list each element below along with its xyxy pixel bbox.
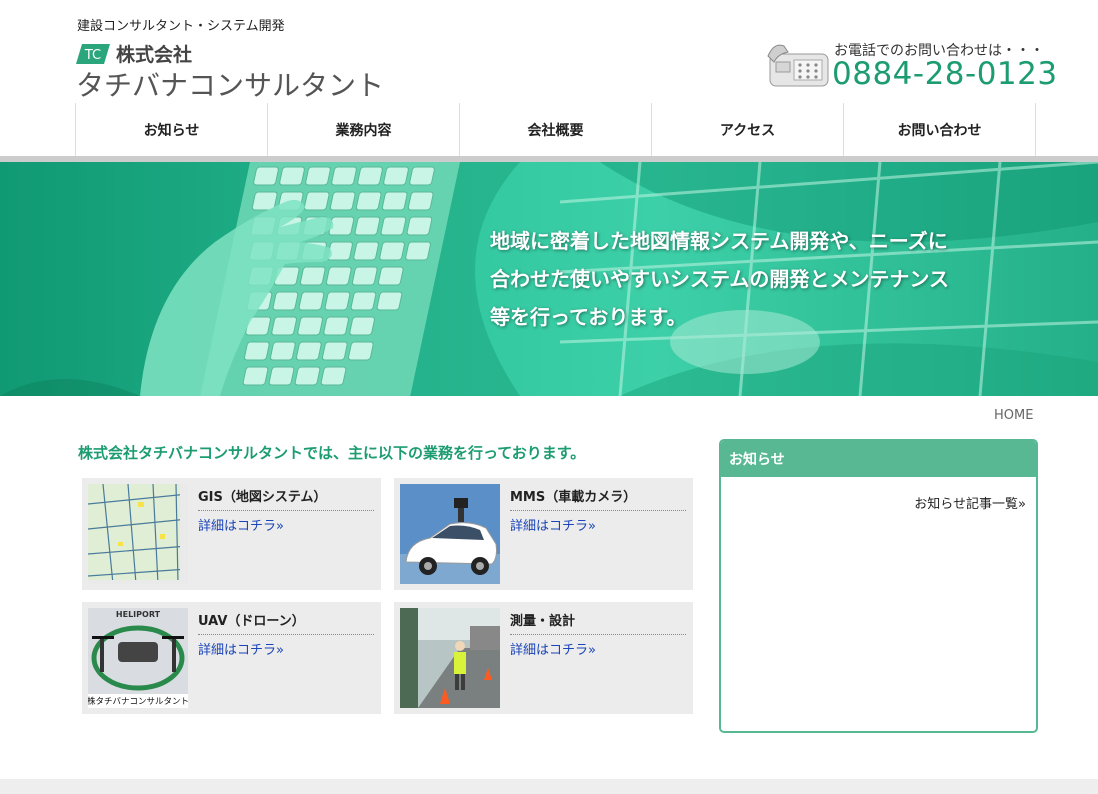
phone-number[interactable]: 0884-28-0123 bbox=[832, 56, 1058, 92]
company-name: タチバナコンサルタント bbox=[76, 69, 385, 102]
svg-text:HELIPORT: HELIPORT bbox=[116, 610, 161, 619]
svg-text:株タチバナコンサルタント: 株タチバナコンサルタント bbox=[88, 696, 188, 707]
svg-text:TC: TC bbox=[84, 48, 101, 63]
details-link[interactable]: 詳細はコチラ» bbox=[510, 639, 596, 658]
nav-item-contact[interactable]: お問い合わせ bbox=[844, 103, 1036, 157]
service-title: GIS（地図システム） bbox=[198, 486, 374, 511]
car-thumbnail[interactable] bbox=[400, 484, 500, 584]
hero-line: 地域に密着した地図情報システム開発や、ニーズに bbox=[490, 229, 948, 253]
news-widget-heading: お知らせ bbox=[721, 441, 1036, 477]
nav-item-services[interactable]: 業務内容 bbox=[268, 103, 460, 157]
page: 建設コンサルタント・システム開発 TC 株式会社 タチバナコンサルタント お電話… bbox=[0, 0, 1098, 794]
section-intro: 株式会社タチバナコンサルタントでは、主に以下の業務を行っております。 bbox=[78, 444, 586, 462]
details-link[interactable]: 詳細はコチラ» bbox=[198, 639, 284, 658]
news-widget: お知らせ お知らせ記事一覧» bbox=[719, 439, 1038, 733]
service-card-mms[interactable]: MMS（車載カメラ） 詳細はコチラ» bbox=[394, 478, 693, 590]
service-title: UAV（ドローン） bbox=[198, 610, 374, 635]
breadcrumb[interactable]: HOME bbox=[994, 408, 1033, 423]
hero-line: 等を行っております。 bbox=[490, 305, 687, 329]
details-link[interactable]: 詳細はコチラ» bbox=[510, 515, 596, 534]
logo-mark-icon: TC bbox=[76, 44, 110, 64]
service-card-uav[interactable]: HELIPORT 株タチバナコンサルタント UAV（ドローン） 詳細はコチラ» bbox=[82, 602, 381, 714]
hero-line: 合わせた使いやすいシステムの開発とメンテナンス bbox=[490, 267, 949, 291]
map-thumbnail[interactable] bbox=[88, 484, 188, 584]
service-title: MMS（車載カメラ） bbox=[510, 486, 686, 511]
footer-bar bbox=[0, 779, 1098, 794]
nav-item-news[interactable]: お知らせ bbox=[76, 103, 268, 157]
hero-message: 地域に密着した地図情報システム開発や、ニーズに 合わせた使いやすいシステムの開発… bbox=[490, 222, 1050, 336]
drone-thumbnail[interactable]: HELIPORT 株タチバナコンサルタント bbox=[88, 608, 188, 708]
service-card-gis[interactable]: GIS（地図システム） 詳細はコチラ» bbox=[82, 478, 381, 590]
nav-item-company[interactable]: 会社概要 bbox=[460, 103, 652, 157]
telephone-icon bbox=[767, 44, 829, 87]
details-link[interactable]: 詳細はコチラ» bbox=[198, 515, 284, 534]
company-prefix: 株式会社 bbox=[116, 44, 193, 66]
survey-thumbnail[interactable] bbox=[400, 608, 500, 708]
news-archive-link[interactable]: お知らせ記事一覧» bbox=[914, 493, 1026, 512]
hero-banner: 地域に密着した地図情報システム開発や、ニーズに 合わせた使いやすいシステムの開発… bbox=[0, 162, 1098, 396]
service-title: 測量・設計 bbox=[510, 610, 686, 635]
site-tagline: 建設コンサルタント・システム開発 bbox=[77, 19, 285, 34]
service-card-survey[interactable]: 測量・設計 詳細はコチラ» bbox=[394, 602, 693, 714]
nav-item-access[interactable]: アクセス bbox=[652, 103, 844, 157]
global-nav: お知らせ 業務内容 会社概要 アクセス お問い合わせ bbox=[75, 103, 1037, 157]
